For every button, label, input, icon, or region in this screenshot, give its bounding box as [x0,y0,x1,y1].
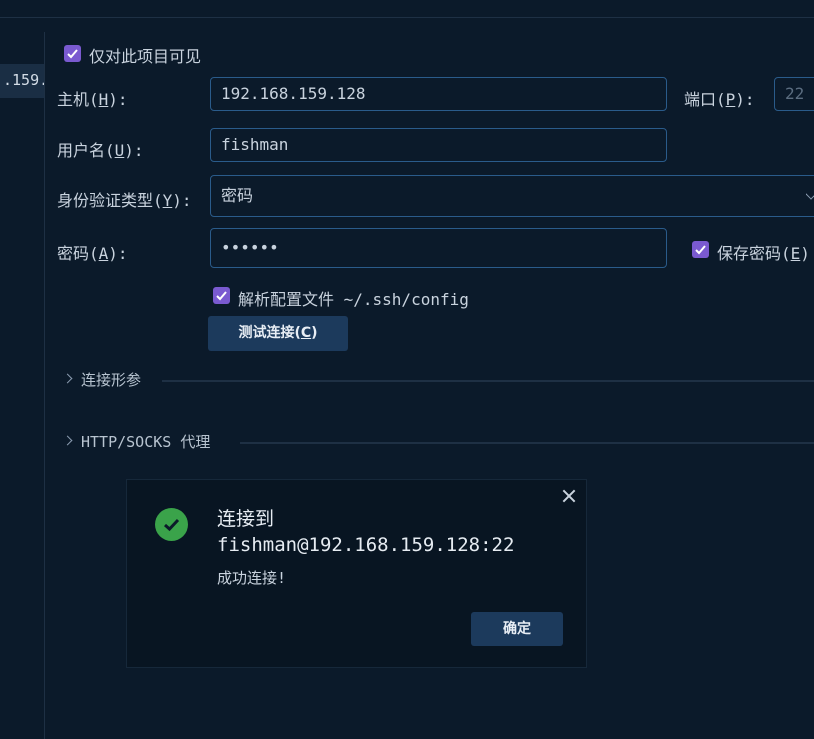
parse-config-label: 解析配置文件 ~/.ssh/config [238,290,469,309]
checkbox-checked-icon [67,49,78,59]
section-connection-params[interactable]: 连接形参 [62,369,814,391]
username-input[interactable]: fishman [210,128,667,162]
chevron-down-icon[interactable] [806,190,814,202]
top-divider [0,17,814,18]
save-password-label: 保存密码(E) [717,244,810,263]
checkbox-checked-icon [216,291,227,301]
section-http-socks-proxy[interactable]: HTTP/SOCKS 代理 [62,431,814,453]
port-label: 端口(P): [684,90,755,109]
success-check-icon [155,508,188,541]
password-label: 密码(A): [57,244,128,263]
host-label: 主机(H): [57,90,128,109]
auth-type-select[interactable]: 密码 [210,175,814,217]
ok-button[interactable]: 确定 [471,612,563,646]
dialog-message: 成功连接! [217,569,287,587]
close-icon[interactable] [561,488,577,504]
test-connection-button[interactable]: 测试连接(C) [208,316,348,351]
password-input-value: •••••• [221,238,279,257]
auth-type-label: 身份验证类型(Y): [57,191,192,210]
section-title: HTTP/SOCKS 代理 [81,433,211,451]
chevron-right-icon [62,373,73,384]
username-label: 用户名(U): [57,141,144,160]
port-input[interactable]: 22 [774,77,814,111]
username-input-value: fishman [221,135,289,154]
connection-list-item-label: .159. [3,71,44,89]
chevron-right-icon [62,435,73,446]
host-input[interactable]: 192.168.159.128 [210,77,667,111]
auth-type-select-value: 密码 [221,186,254,205]
section-divider [162,380,814,382]
splitter[interactable] [44,32,45,739]
save-password-checkbox[interactable] [692,241,709,258]
section-title: 连接形参 [81,371,142,389]
visible-only-project-label: 仅对此项目可见 [89,47,202,66]
ssh-config-panel: .159. 仅对此项目可见 主机(H): 192.168.159.128 端口(… [0,0,814,739]
connection-list [0,18,44,739]
port-input-placeholder: 22 [785,84,805,103]
password-input[interactable]: •••••• [210,228,667,268]
section-divider [240,442,814,444]
dialog-title: 连接到 fishman@192.168.159.128:22 [217,508,515,556]
checkbox-checked-icon [695,245,706,255]
host-input-value: 192.168.159.128 [221,84,366,103]
connection-list-item-selected[interactable]: .159. [0,64,44,98]
visible-only-project-checkbox[interactable] [64,45,81,62]
parse-config-checkbox[interactable] [213,287,230,304]
connection-success-dialog: 连接到 fishman@192.168.159.128:22 成功连接! 确定 [126,479,587,668]
